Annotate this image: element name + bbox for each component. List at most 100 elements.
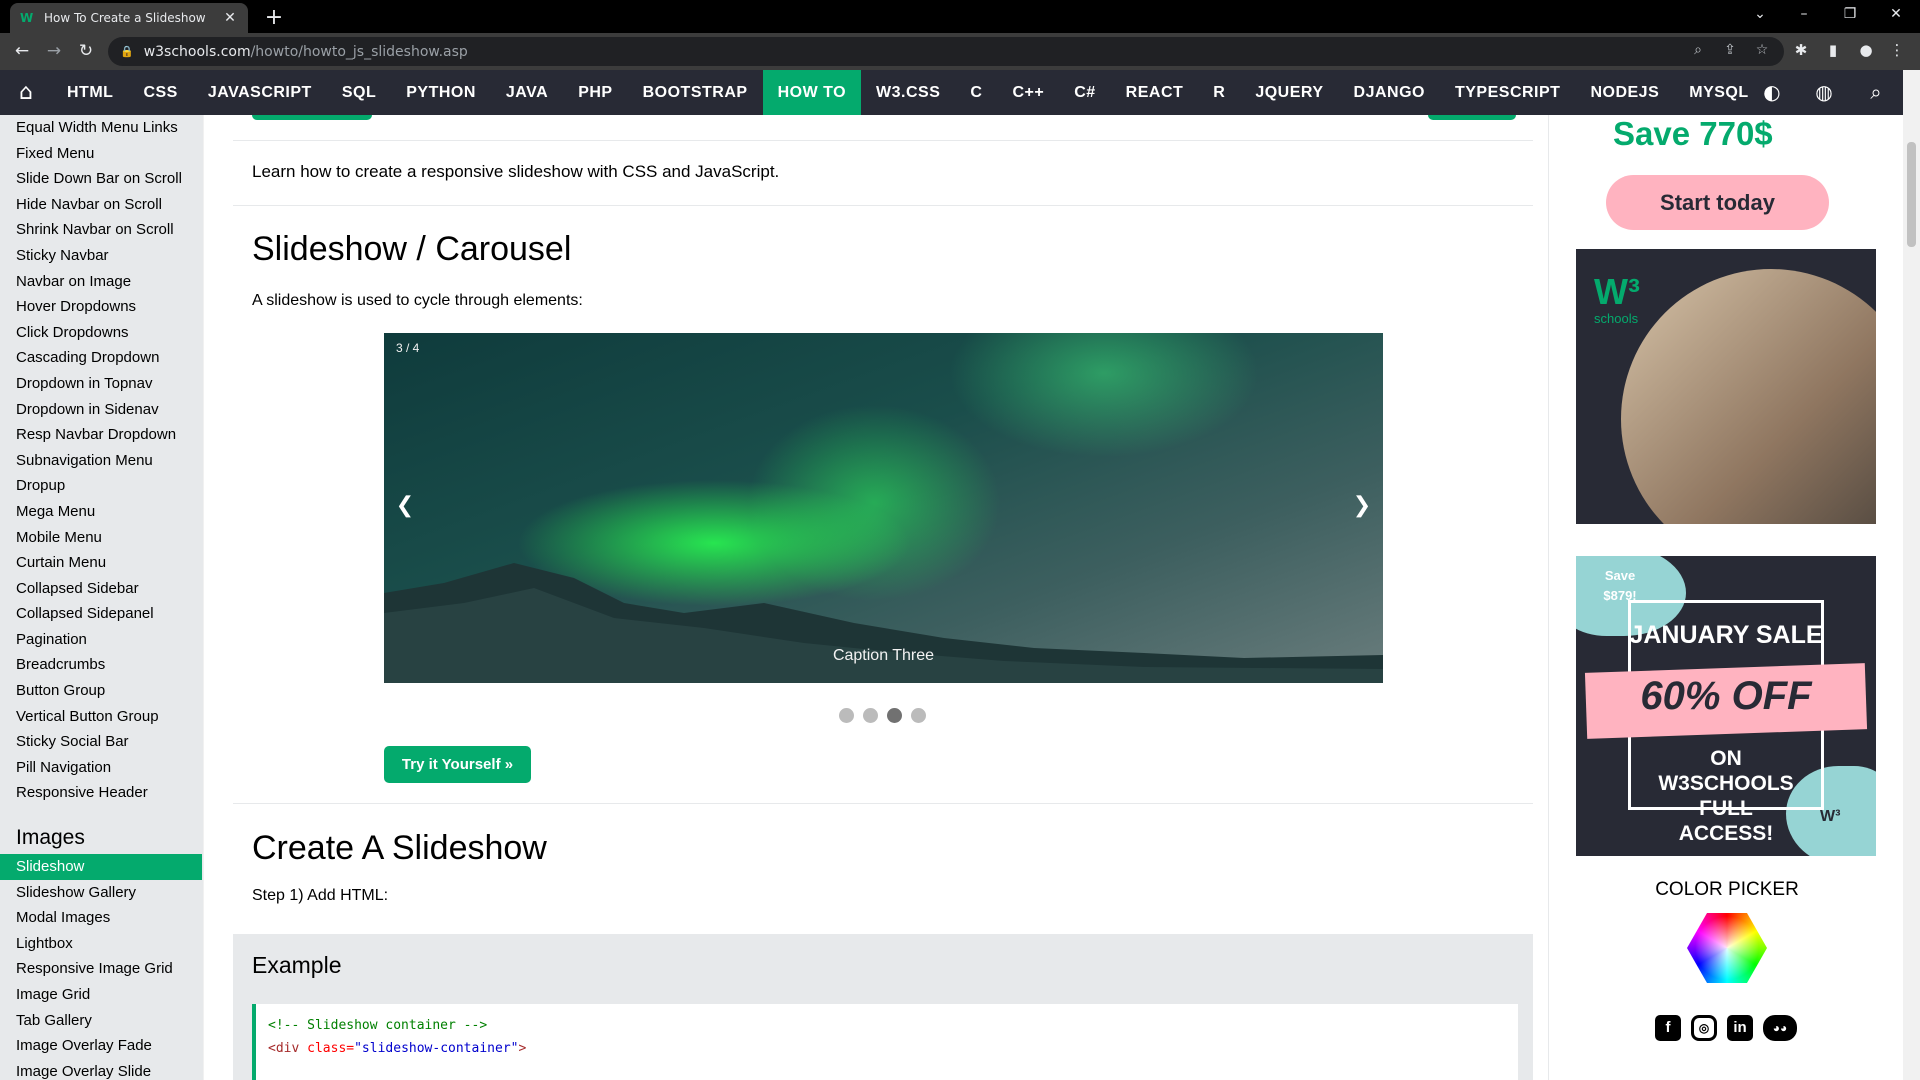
topnav-item-python[interactable]: PYTHON bbox=[391, 70, 491, 115]
home-icon[interactable]: ⌂ bbox=[0, 70, 52, 115]
topnav-item-javascript[interactable]: JAVASCRIPT bbox=[193, 70, 327, 115]
topnav-item-php[interactable]: PHP bbox=[563, 70, 627, 115]
sidebar-link[interactable]: Responsive Image Grid bbox=[0, 956, 202, 982]
prev-slide-arrow[interactable]: ❮ bbox=[390, 491, 420, 521]
topnav-item-c[interactable]: C bbox=[955, 70, 997, 115]
sidebar-link[interactable]: Sticky Social Bar bbox=[0, 729, 202, 755]
instagram-icon[interactable]: ◎ bbox=[1691, 1015, 1717, 1041]
sidebar-link[interactable]: Slide Down Bar on Scroll bbox=[0, 166, 202, 192]
next-slide-arrow[interactable]: ❯ bbox=[1347, 491, 1377, 521]
sidebar-link[interactable]: Equal Width Menu Links bbox=[0, 115, 202, 141]
sidebar-link[interactable]: Button Group bbox=[0, 678, 202, 704]
topnav-item-how-to[interactable]: HOW TO bbox=[762, 70, 862, 115]
topnav-item-jquery[interactable]: JQUERY bbox=[1240, 70, 1338, 115]
browser-tab[interactable]: W How To Create a Slideshow ✕ bbox=[10, 3, 248, 33]
slide-dot[interactable] bbox=[863, 708, 878, 723]
topnav-item-mysql[interactable]: MYSQL bbox=[1674, 70, 1763, 115]
topnav-item-c[interactable]: C++ bbox=[997, 70, 1059, 115]
back-icon[interactable]: ← bbox=[10, 41, 34, 61]
sidebar-link[interactable]: Collapsed Sidebar bbox=[0, 576, 202, 602]
sidebar-link[interactable]: Image Overlay Slide bbox=[0, 1059, 202, 1080]
extensions-icon[interactable]: ✱ bbox=[1790, 41, 1812, 59]
start-today-button[interactable]: Start today bbox=[1606, 175, 1829, 230]
reload-icon[interactable]: ↻ bbox=[74, 41, 98, 61]
globe-icon[interactable]: ◍ bbox=[1809, 70, 1839, 115]
linkedin-icon[interactable]: in bbox=[1727, 1015, 1753, 1041]
sidebar-link[interactable]: Fixed Menu bbox=[0, 141, 202, 167]
restore-icon[interactable]: ❐ bbox=[1838, 6, 1862, 22]
topnav-item-html[interactable]: HTML bbox=[52, 70, 128, 115]
topnav-item-nodejs[interactable]: NODEJS bbox=[1575, 70, 1674, 115]
sidebar-link[interactable]: Image Grid bbox=[0, 982, 202, 1008]
topnav-item-typescript[interactable]: TYPESCRIPT bbox=[1440, 70, 1575, 115]
ad-banner-photo[interactable]: W³ schools bbox=[1576, 249, 1876, 524]
topnav-item-sql[interactable]: SQL bbox=[327, 70, 391, 115]
sidebar-link[interactable]: Pagination bbox=[0, 627, 202, 653]
tab-close-icon[interactable]: ✕ bbox=[222, 10, 238, 26]
sidebar-link[interactable]: Tab Gallery bbox=[0, 1008, 202, 1034]
zoom-icon[interactable]: ⌕ bbox=[1688, 42, 1708, 58]
side-panel-icon[interactable]: ▮ bbox=[1822, 41, 1844, 59]
sidebar-link[interactable]: Slideshow Gallery bbox=[0, 880, 202, 906]
bookmark-star-icon[interactable]: ☆ bbox=[1752, 42, 1772, 58]
slide-dot[interactable] bbox=[887, 708, 902, 723]
sidebar-link[interactable]: Dropup bbox=[0, 473, 202, 499]
search-icon[interactable]: ⌕ bbox=[1861, 70, 1891, 115]
sidebar-scrollbar[interactable]: ▲ ▼ bbox=[203, 115, 204, 1080]
minimize-icon[interactable]: – bbox=[1792, 6, 1816, 22]
sidebar-link[interactable]: Hide Navbar on Scroll bbox=[0, 192, 202, 218]
new-tab-icon[interactable]: + bbox=[262, 5, 286, 30]
color-picker-label[interactable]: COLOR PICKER bbox=[1548, 879, 1906, 901]
try-it-yourself-button[interactable]: Try it Yourself » bbox=[384, 746, 531, 783]
sidebar-link[interactable]: Slideshow bbox=[0, 854, 202, 880]
sidebar-link[interactable]: Mobile Menu bbox=[0, 525, 202, 551]
topnav-item-java[interactable]: JAVA bbox=[491, 70, 563, 115]
topnav-item-c[interactable]: C# bbox=[1059, 70, 1110, 115]
sidebar-link[interactable]: Pill Navigation bbox=[0, 755, 202, 781]
sidebar-link[interactable]: Responsive Header bbox=[0, 780, 202, 806]
sidebar-link[interactable]: Dropdown in Topnav bbox=[0, 371, 202, 397]
prev-page-button[interactable] bbox=[252, 115, 372, 120]
forward-icon[interactable]: → bbox=[42, 41, 66, 61]
sidebar-link[interactable]: Navbar on Image bbox=[0, 269, 202, 295]
close-window-icon[interactable]: ✕ bbox=[1884, 6, 1908, 22]
topnav-item-django[interactable]: DJANGO bbox=[1339, 70, 1440, 115]
topnav-item-react[interactable]: REACT bbox=[1111, 70, 1199, 115]
tab-search-chevron-icon[interactable]: ⌄ bbox=[1748, 6, 1772, 22]
topnav-item-r[interactable]: R bbox=[1198, 70, 1240, 115]
address-bar[interactable]: 🔒 w3schools.com /howto/howto_js_slidesho… bbox=[108, 37, 1784, 66]
sidebar-link[interactable]: Lightbox bbox=[0, 931, 202, 957]
sidebar-link[interactable]: Dropdown in Sidenav bbox=[0, 397, 202, 423]
color-picker-wheel-icon[interactable] bbox=[1687, 913, 1767, 983]
profile-avatar-icon[interactable]: ● bbox=[1855, 41, 1877, 59]
topnav-item-w3-css[interactable]: W3.CSS bbox=[861, 70, 955, 115]
discord-icon[interactable]: ◕◕ bbox=[1763, 1015, 1797, 1041]
lock-icon[interactable]: 🔒 bbox=[120, 45, 134, 58]
slide-dot[interactable] bbox=[911, 708, 926, 723]
sidebar-link[interactable]: Curtain Menu bbox=[0, 550, 202, 576]
sidebar-link[interactable]: Resp Navbar Dropdown bbox=[0, 422, 202, 448]
page-scroll-thumb[interactable] bbox=[1907, 142, 1916, 247]
ad-banner-sale[interactable]: Save $879! JANUARY SALE 60% OFF ON W3SCH… bbox=[1576, 556, 1876, 856]
topnav-item-css[interactable]: CSS bbox=[128, 70, 192, 115]
sidebar-link[interactable]: Modal Images bbox=[0, 905, 202, 931]
next-page-button[interactable] bbox=[1428, 115, 1516, 120]
sidebar-link[interactable]: Click Dropdowns bbox=[0, 320, 202, 346]
topnav-item-bootstrap[interactable]: BOOTSTRAP bbox=[628, 70, 763, 115]
facebook-icon[interactable]: f bbox=[1655, 1015, 1681, 1041]
sidebar-link[interactable]: Sticky Navbar bbox=[0, 243, 202, 269]
sidebar-link[interactable]: Hover Dropdowns bbox=[0, 294, 202, 320]
sidebar-link[interactable]: Image Overlay Fade bbox=[0, 1033, 202, 1059]
dark-mode-toggle-icon[interactable]: ◐ bbox=[1757, 70, 1787, 115]
sidebar-link[interactable]: Cascading Dropdown bbox=[0, 345, 202, 371]
sidebar-link[interactable]: Vertical Button Group bbox=[0, 704, 202, 730]
sidebar-link[interactable]: Breadcrumbs bbox=[0, 652, 202, 678]
page-scrollbar[interactable] bbox=[1903, 70, 1920, 1080]
sidebar-link[interactable]: Shrink Navbar on Scroll bbox=[0, 217, 202, 243]
sidebar-link[interactable]: Subnavigation Menu bbox=[0, 448, 202, 474]
menu-kebab-icon[interactable]: ⋮ bbox=[1886, 41, 1908, 59]
share-icon[interactable]: ⇪ bbox=[1720, 42, 1740, 58]
sidebar-link[interactable]: Collapsed Sidepanel bbox=[0, 601, 202, 627]
slide-dot[interactable] bbox=[839, 708, 854, 723]
sidebar-link[interactable]: Mega Menu bbox=[0, 499, 202, 525]
